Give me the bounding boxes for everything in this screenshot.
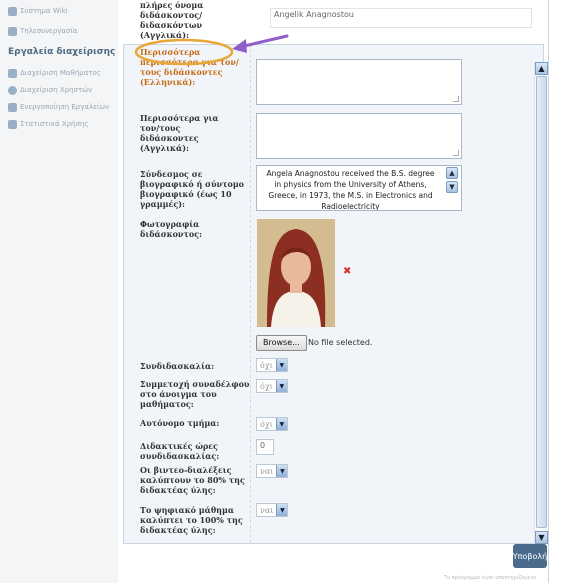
more-info-en-textarea[interactable] xyxy=(256,113,462,159)
video-lectures-label: Οι βιντεο-διαλέξεις καλύπτουν το 80% της… xyxy=(140,465,245,495)
footer-text: Το πρόγραμμα είναι υποστηριζόμενο xyxy=(444,575,537,581)
chevron-down-icon: ▼ xyxy=(275,359,287,371)
delete-photo-icon[interactable]: ✖ xyxy=(343,266,351,277)
sidebar-item-label: Διαχείριση Χρηστών xyxy=(20,86,92,94)
autonomous-section-label: Αυτόνομο τμήμα: xyxy=(140,418,220,428)
sidebar-item-course-admin[interactable]: Διαχείριση Μαθήματος xyxy=(8,66,101,80)
sidebar-item-label: Ενεργοποίηση Εργαλείων xyxy=(20,103,110,111)
sidebar-item-label: Τηλεσυνεργασία xyxy=(20,27,78,35)
sidebar-item-label: Στατιστικά Χρήσης xyxy=(20,120,89,128)
coteaching-select[interactable]: όχι ▼ xyxy=(256,358,288,372)
resize-grip-icon[interactable] xyxy=(453,96,459,102)
video-lectures-select[interactable]: ναι ▼ xyxy=(256,464,289,478)
chevron-down-icon: ▼ xyxy=(275,380,287,392)
bio-scroll-down-icon[interactable]: ▼ xyxy=(446,181,458,193)
tools-activate-icon xyxy=(8,102,17,112)
submit-button[interactable]: Υποβολή xyxy=(513,544,547,568)
sidebar-tools-heading: Εργαλεία διαχείρισης xyxy=(8,47,116,57)
wrench-icon xyxy=(8,68,17,78)
chevron-down-icon: ▼ xyxy=(275,418,287,430)
chevron-down-icon: ▼ xyxy=(276,504,288,516)
photo-label: Φωτογραφία διδάσκοντος: xyxy=(140,219,203,239)
users-icon xyxy=(8,85,17,95)
coteaching-label: Συνδιδασκαλία: xyxy=(140,361,215,371)
fullname-en-field[interactable]: Angelik Anagnostou xyxy=(270,8,532,28)
scrollbar-thumb[interactable] xyxy=(536,76,547,528)
chevron-down-icon: ▼ xyxy=(276,465,288,477)
coteaching-hours-label: Διδακτικές ώρες συνδιδασκαλίας: xyxy=(140,441,220,461)
statistics-icon xyxy=(8,119,17,129)
no-file-text: No file selected. xyxy=(308,338,373,347)
sidebar-item-users[interactable]: Διαχείριση Χρηστών xyxy=(8,83,92,97)
autonomous-section-select[interactable]: όχι ▼ xyxy=(256,417,288,431)
sidebar-item-tools-activate[interactable]: Ενεργοποίηση Εργαλείων xyxy=(8,100,109,114)
frame-border xyxy=(548,0,549,583)
teleconference-icon xyxy=(8,26,17,36)
sidebar-item-statistics[interactable]: Στατιστικά Χρήσης xyxy=(8,117,88,131)
more-info-el-label: Περισσότερα περισσότερα για τον/τους διδ… xyxy=(140,47,239,87)
bio-scroll-up-icon[interactable]: ▲ xyxy=(446,167,458,179)
colleague-participation-label: Συμμετοχή συναδέλφου στο άνοιγμα του μαθ… xyxy=(140,379,250,409)
main-content: πλήρες όνομα διδάσκοντος/διδασκόντων (Αγ… xyxy=(118,0,562,583)
teacher-photo xyxy=(257,219,335,327)
page-scrollbar[interactable]: ▲ ▼ xyxy=(534,62,548,544)
resize-grip-icon[interactable] xyxy=(453,150,459,156)
sidebar-item-label: Σύστημα Wiki xyxy=(20,7,68,15)
digital-course-select[interactable]: ναι ▼ xyxy=(256,503,289,517)
sidebar-item-wiki[interactable]: Σύστημα Wiki xyxy=(8,4,68,18)
scroll-down-icon[interactable]: ▼ xyxy=(535,531,548,544)
digital-course-label: Το ψηφιακό μάθημα καλύπτει το 100% της δ… xyxy=(140,505,243,535)
browse-button[interactable]: Browse... xyxy=(256,335,307,351)
wiki-icon xyxy=(8,6,17,16)
colleague-participation-select[interactable]: όχι ▼ xyxy=(256,379,288,393)
course-info-panel: Περισσότερα περισσότερα για τον/τους διδ… xyxy=(123,44,544,544)
more-info-en-label: Περισσότερα για τον/τους διδάσκοντες (Αγ… xyxy=(140,113,219,153)
bio-textarea[interactable]: Angela Anagnostou received the B.S. degr… xyxy=(256,165,462,211)
coteaching-hours-field[interactable]: 0 xyxy=(256,439,274,455)
sidebar-item-teleconference[interactable]: Τηλεσυνεργασία xyxy=(8,24,77,38)
sidebar: Σύστημα Wiki Τηλεσυνεργασία Εργαλεία δια… xyxy=(0,0,118,583)
scroll-up-icon[interactable]: ▲ xyxy=(535,62,548,75)
more-info-el-textarea[interactable] xyxy=(256,59,462,105)
sidebar-item-label: Διαχείριση Μαθήματος xyxy=(20,69,101,77)
bio-label: Σύνδεσμος σε βιογραφικό ή σύντομο βιογρα… xyxy=(140,169,245,209)
fullname-en-label: πλήρες όνομα διδάσκοντος/διδασκόντων (Αγ… xyxy=(140,0,204,40)
